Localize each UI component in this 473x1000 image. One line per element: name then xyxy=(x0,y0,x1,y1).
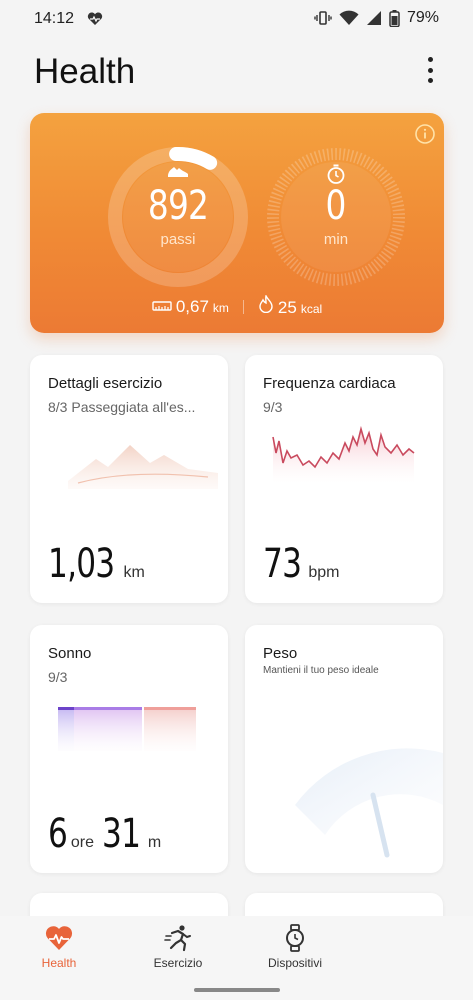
more-dot-icon xyxy=(427,67,433,73)
sleep-tile-subtitle: 9/3 xyxy=(48,669,68,685)
heart-status-icon xyxy=(87,12,103,25)
heart-rate-tile[interactable]: Frequenza cardiaca 9/3 73 bpm xyxy=(245,355,443,603)
weight-tile[interactable]: Peso Mantieni il tuo peso ideale xyxy=(245,625,443,873)
page-title: Health xyxy=(34,52,136,91)
heart-rate-tile-title: Frequenza cardiaca xyxy=(263,375,396,392)
sleep-stages-chart xyxy=(58,707,196,751)
calories-value: 25 xyxy=(277,298,297,317)
heart-pulse-icon xyxy=(45,926,73,950)
weight-tile-title: Peso xyxy=(263,645,298,662)
distance-unit: km xyxy=(212,300,229,315)
nav-health[interactable]: Health xyxy=(14,924,104,970)
sleep-tile[interactable]: Sonno 9/3 6 ore 31 m xyxy=(30,625,228,873)
activity-rings-card[interactable]: 892 passi 0 min 0,67 km 25 kcal xyxy=(30,113,444,333)
activity-stats-row: 0,67 km 25 kcal xyxy=(30,295,444,318)
nav-exercise-label: Esercizio xyxy=(153,956,203,970)
sleep-hours-value: 6 xyxy=(48,811,68,857)
watch-icon xyxy=(286,924,304,952)
vibrate-icon xyxy=(314,11,332,25)
weight-gauge-illustration xyxy=(295,748,443,858)
sleep-minutes-value: 31 xyxy=(102,811,141,857)
sleep-hours-unit: ore xyxy=(70,834,95,851)
nav-devices-label: Dispositivi xyxy=(267,956,322,970)
active-minutes-label: min xyxy=(323,231,349,248)
health-app-screen: 14:12 79% Health 892 passi 0 min 0,67 km… xyxy=(0,0,473,1000)
heart-rate-sparkline xyxy=(272,425,415,483)
calories-unit: kcal xyxy=(300,302,323,316)
distance-value: 0,67 xyxy=(175,296,209,316)
exercise-details-tile[interactable]: Dettagli esercizio 8/3 Passeggiata all'e… xyxy=(30,355,228,603)
exercise-tile-title: Dettagli esercizio xyxy=(48,375,163,392)
exercise-distance-unit: km xyxy=(123,564,145,581)
battery-icon xyxy=(389,9,400,27)
sleep-minutes-unit: m xyxy=(147,834,162,851)
home-indicator[interactable] xyxy=(194,988,280,992)
steps-label: passi xyxy=(160,231,196,248)
distance-stat: 0,67 km xyxy=(152,297,229,317)
more-dot-icon xyxy=(427,57,433,62)
battery-percent: 79% xyxy=(406,9,439,26)
status-icons: 79% xyxy=(314,9,439,27)
nav-health-label: Health xyxy=(41,956,77,970)
nav-exercise[interactable]: Esercizio xyxy=(133,924,223,970)
status-bar: 14:12 79% xyxy=(0,0,473,40)
calories-stat: 25 kcal xyxy=(258,295,322,318)
stopwatch-icon xyxy=(327,164,345,184)
shoe-icon xyxy=(168,167,188,177)
weight-tile-subtitle: Mantieni il tuo peso ideale xyxy=(263,665,379,676)
exercise-distance-value: 1,03 xyxy=(48,541,115,587)
heart-rate-unit: bpm xyxy=(308,564,340,581)
exercise-tile-subtitle: 8/3 Passeggiata all'es... xyxy=(48,399,196,415)
heart-rate-tile-subtitle: 9/3 xyxy=(263,399,283,415)
active-minutes-value: 0 xyxy=(325,183,347,229)
sleep-tile-title: Sonno xyxy=(48,645,92,662)
nav-devices[interactable]: Dispositivi xyxy=(250,924,340,970)
info-icon[interactable] xyxy=(414,123,436,145)
wifi-icon xyxy=(339,10,359,25)
signal-icon xyxy=(366,11,381,25)
steps-progress-arc xyxy=(169,147,218,170)
running-icon xyxy=(164,925,191,952)
sleep-duration: 6 ore 31 m xyxy=(48,811,161,857)
heart-rate-value-group: 73 bpm xyxy=(263,541,339,587)
heart-rate-value: 73 xyxy=(263,541,302,587)
flame-icon xyxy=(259,295,273,313)
stats-divider xyxy=(242,299,244,314)
more-dot-icon xyxy=(427,78,433,83)
more-options-button[interactable] xyxy=(416,55,444,85)
mountain-illustration xyxy=(68,445,218,489)
ruler-icon xyxy=(152,300,172,311)
exercise-distance: 1,03 km xyxy=(48,541,145,587)
steps-value: 892 xyxy=(147,183,209,229)
status-time: 14:12 xyxy=(34,10,75,27)
